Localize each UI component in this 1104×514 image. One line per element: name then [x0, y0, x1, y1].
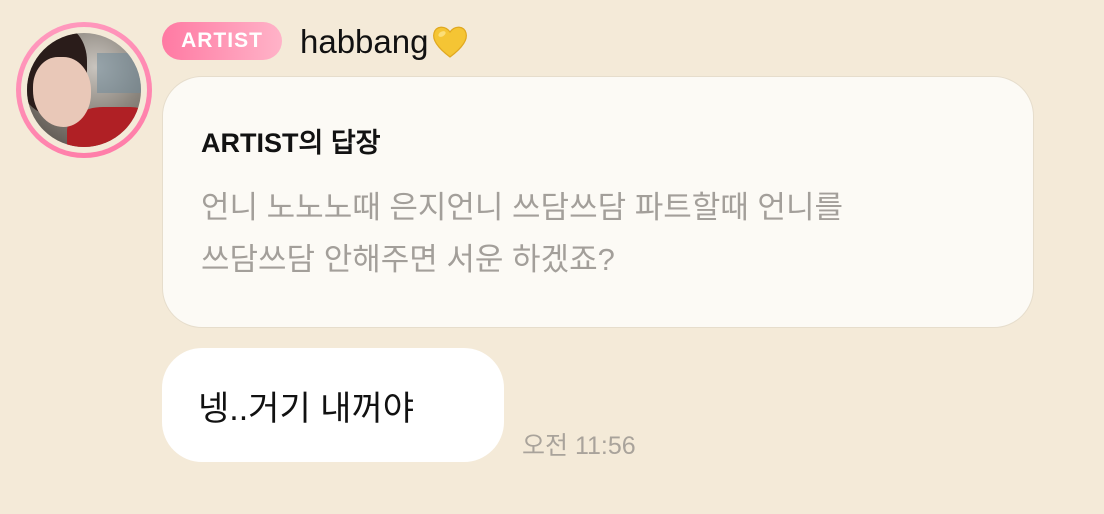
- message-timestamp: 오전 11:56: [522, 432, 636, 460]
- avatar-background: [97, 53, 141, 93]
- avatar-frame: [21, 27, 147, 153]
- message-text: 넹..거기 내꺼야: [198, 389, 415, 428]
- yellow-heart-icon: [433, 26, 468, 58]
- artist-badge: ARTIST: [162, 22, 282, 60]
- reply-quote-line: 쓰담쓰담 안해주면 서운 하겠죠?: [201, 242, 615, 277]
- reply-heading: ARTIST의 답장: [201, 128, 381, 158]
- avatar[interactable]: [16, 22, 152, 158]
- username[interactable]: habbang: [300, 20, 470, 64]
- reply-quote-line: 언니 노노노때 은지언니 쓰담쓰담 파트할때 언니를: [201, 190, 843, 225]
- reply-quote-bubble[interactable]: ARTIST의 답장 언니 노노노때 은지언니 쓰담쓰담 파트할때 언니를 쓰담…: [162, 76, 1034, 328]
- message-bubble[interactable]: 넹..거기 내꺼야: [162, 348, 504, 462]
- avatar-photo: [27, 33, 141, 147]
- reply-quote-text: 언니 노노노때 은지언니 쓰담쓰담 파트할때 언니를 쓰담쓰담 안해주면 서운 …: [201, 182, 995, 286]
- avatar-face: [33, 57, 91, 127]
- username-text: habbang: [300, 23, 429, 60]
